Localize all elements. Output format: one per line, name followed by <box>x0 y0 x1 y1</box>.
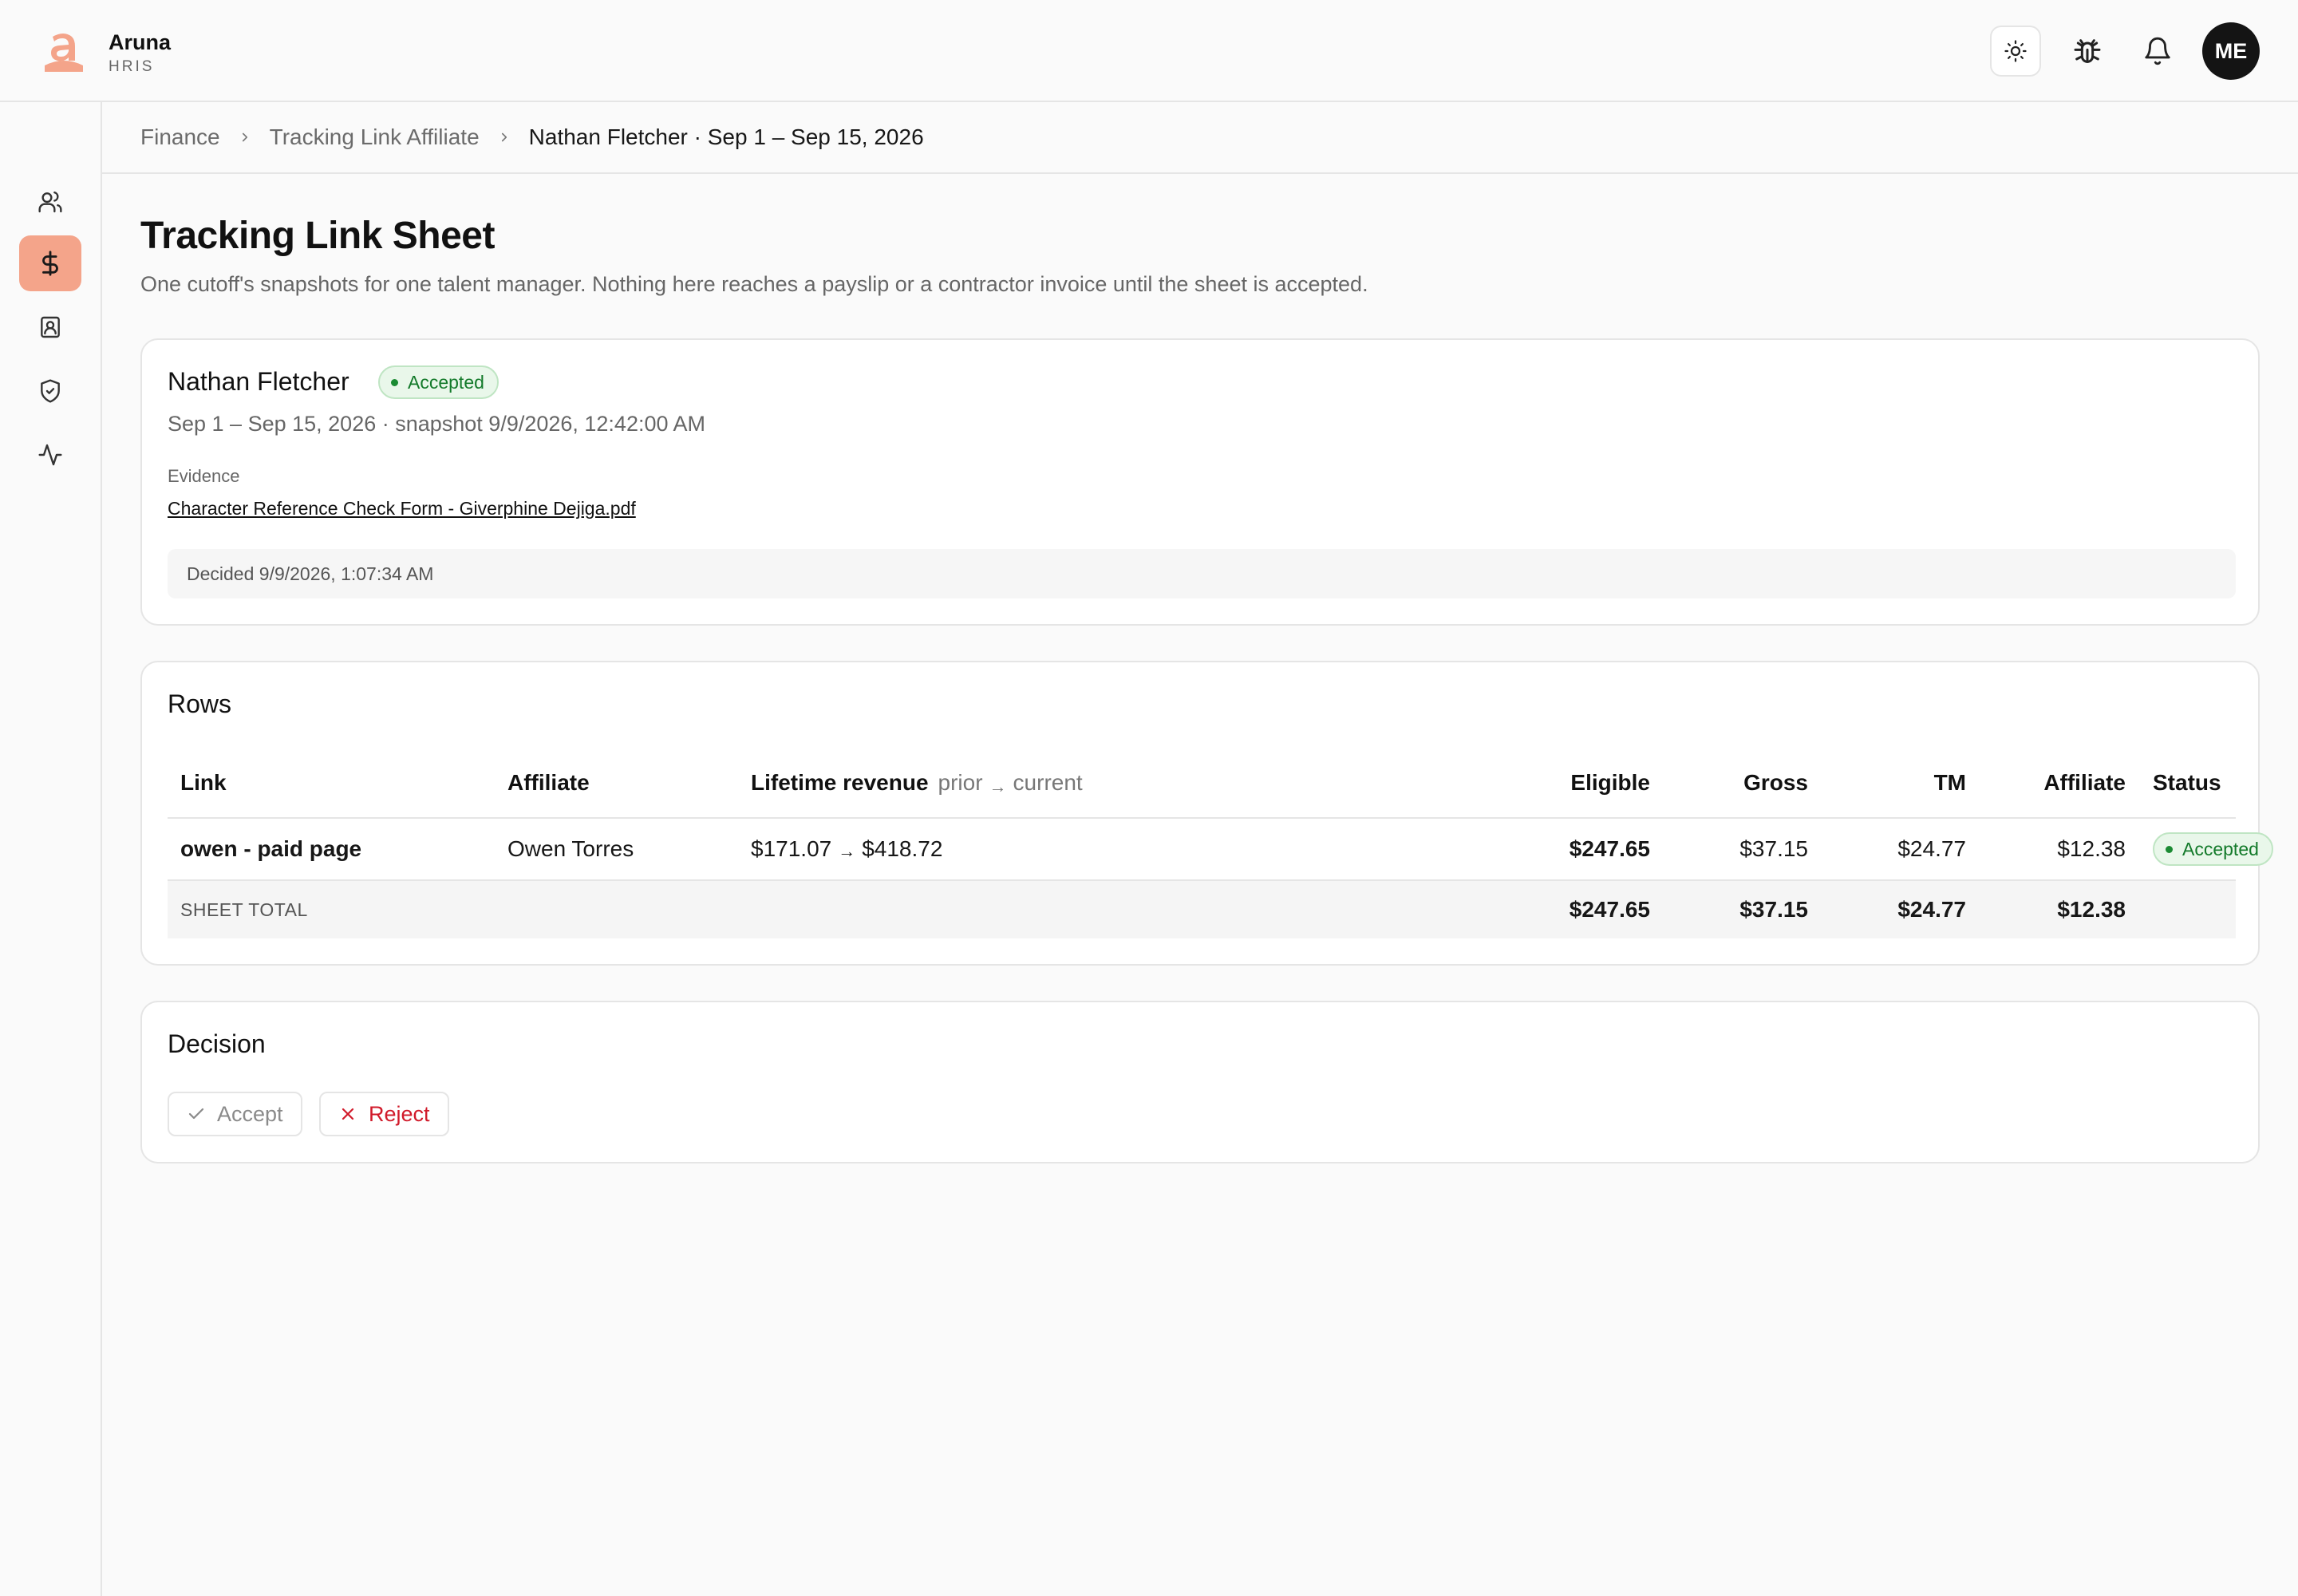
rows-card: Rows Link Affiliate Lifetime revenue pri… <box>140 661 2273 966</box>
evidence-label: Evidence <box>168 466 240 486</box>
breadcrumb-tracking-link-affiliate[interactable]: Tracking Link Affiliate <box>270 124 480 150</box>
chevron-right-icon <box>497 130 511 144</box>
column-header-status: Status <box>2153 770 2221 795</box>
row-gross: $37.15 <box>1739 836 1808 861</box>
page-title: Tracking Link Sheet <box>140 215 495 257</box>
notifications-button[interactable] <box>2132 26 2183 77</box>
arrow-right-icon: → <box>989 776 1007 796</box>
sidebar-item-directory[interactable] <box>19 299 81 355</box>
bug-icon <box>2074 39 2101 63</box>
accept-button-label: Accept <box>217 1101 283 1126</box>
sheet-period-meta: Sep 1 – Sep 15, 2026 · snapshot 9/9/2026… <box>168 412 706 436</box>
page-subtitle: One cutoff's snapshots for one talent ma… <box>140 272 1368 296</box>
contact-card-icon <box>41 316 60 338</box>
sheet-summary-card: Nathan Fletcher Accepted Sep 1 – Sep 15,… <box>140 338 2260 626</box>
row-status-label: Accepted <box>2182 838 2259 859</box>
top-bar: Aruna HRIS ME <box>0 0 2298 102</box>
sidebar-item-activity[interactable] <box>19 427 81 483</box>
lifetime-hint: prior → current <box>938 770 1083 796</box>
row-eligible: $247.65 <box>1569 836 1650 861</box>
decided-timestamp: Decided 9/9/2026, 1:07:34 AM <box>168 549 2236 598</box>
lifetime-hint-prior: prior <box>938 770 983 795</box>
lifetime-revenue-label: Lifetime revenue <box>751 770 929 795</box>
total-eligible: $247.65 <box>1569 897 1650 922</box>
sidebar-item-people[interactable] <box>19 174 81 230</box>
accept-button[interactable]: Accept <box>168 1092 302 1136</box>
status-dot-icon <box>391 378 398 386</box>
users-icon <box>38 191 62 213</box>
decision-title: Decision <box>168 1029 266 1058</box>
check-icon <box>188 1108 204 1120</box>
report-bug-button[interactable] <box>2062 26 2113 77</box>
column-header-eligible: Eligible <box>1570 770 1650 795</box>
shield-check-icon <box>41 379 60 403</box>
breadcrumb-finance[interactable]: Finance <box>140 124 220 150</box>
bell-icon <box>2145 37 2170 65</box>
arrow-right-icon: → <box>838 841 856 861</box>
row-lifetime-current: $418.72 <box>862 836 943 861</box>
row-lifetime-revenue: $171.07 → $418.72 <box>751 819 942 879</box>
breadcrumb-current: Nathan Fletcher · Sep 1 – Sep 15, 2026 <box>528 124 924 149</box>
decision-card: Decision Accept Reject <box>140 1001 2260 1163</box>
sidebar <box>0 102 102 1596</box>
row-affiliate-share: $12.38 <box>2057 836 2126 861</box>
user-avatar[interactable]: ME <box>2202 22 2260 80</box>
activity-icon <box>38 444 62 466</box>
talent-manager-name: Nathan Fletcher <box>168 367 349 396</box>
status-badge: Accepted <box>378 365 499 399</box>
row-link: owen - paid page <box>180 836 362 861</box>
sheet-total-label: SHEET TOTAL <box>180 899 308 920</box>
column-header-gross: Gross <box>1743 770 1808 795</box>
row-lifetime-prior: $171.07 <box>751 836 832 861</box>
status-badge-label: Accepted <box>408 371 484 393</box>
sidebar-item-finance[interactable] <box>19 235 81 291</box>
breadcrumb: Finance Tracking Link Affiliate Nathan F… <box>102 102 2298 174</box>
row-affiliate: Owen Torres <box>507 836 634 861</box>
row-status-cell: Accepted <box>2153 819 2273 879</box>
dollar-icon <box>42 251 58 276</box>
chevron-right-icon <box>238 130 252 144</box>
brand-name: Aruna <box>109 30 172 54</box>
close-icon <box>342 1108 354 1120</box>
column-header-link: Link <box>180 770 227 795</box>
sun-icon <box>2004 40 2027 62</box>
status-dot-icon <box>2166 845 2173 853</box>
sidebar-item-compliance[interactable] <box>19 363 81 419</box>
table-header-row: Link Affiliate Lifetime revenue prior → cu… <box>168 749 2236 819</box>
column-header-affiliate-share: Affiliate <box>2043 770 2126 795</box>
table-row[interactable]: owen - paid page Owen Torres $171.07 → $41… <box>168 819 2273 881</box>
column-header-tm: TM <box>1933 770 1966 795</box>
row-status-badge: Accepted <box>2153 832 2273 866</box>
evidence-file-link[interactable]: Character Reference Check Form - Giverph… <box>168 498 636 519</box>
column-header-lifetime-revenue: Lifetime revenue prior → current <box>751 749 1083 817</box>
total-gross: $37.15 <box>1739 897 1808 922</box>
reject-button-label: Reject <box>369 1101 430 1126</box>
aruna-logo <box>45 34 83 72</box>
rows-title: Rows <box>168 689 232 718</box>
total-affiliate-share: $12.38 <box>2057 897 2126 922</box>
decided-text: Decided 9/9/2026, 1:07:34 AM <box>187 563 434 584</box>
theme-toggle-button[interactable] <box>1990 26 2041 77</box>
reject-button[interactable]: Reject <box>319 1092 449 1136</box>
lifetime-hint-current: current <box>1013 770 1083 795</box>
total-tm: $24.77 <box>1897 897 1966 922</box>
column-header-affiliate: Affiliate <box>507 770 590 795</box>
row-tm: $24.77 <box>1897 836 1966 861</box>
brand-subtitle: HRIS <box>109 58 155 75</box>
sheet-total-row: SHEET TOTAL $247.65 $37.15 $24.77 $12.38 <box>168 881 2236 938</box>
